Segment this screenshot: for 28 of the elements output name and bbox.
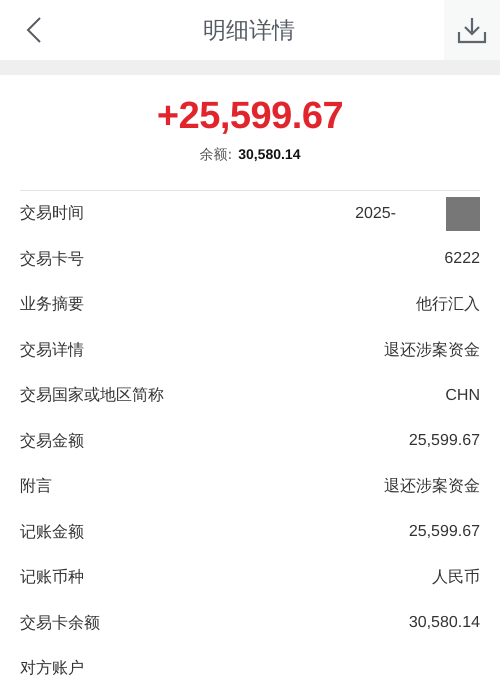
field-label: 附言	[20, 476, 52, 498]
field-value: 25,599.67	[408, 432, 480, 450]
balance-value: 30,580.14	[238, 146, 300, 162]
field-label: 交易详情	[20, 340, 84, 361]
field-label: 对方账户	[20, 658, 84, 680]
field-label: 交易卡号	[20, 248, 84, 270]
download-icon	[457, 16, 487, 44]
field-label: 交易国家或地区简称	[20, 385, 164, 406]
field-value: 退还涉案资金	[384, 340, 480, 361]
field-value: 他行汇入	[416, 294, 480, 316]
field-value: 退还涉案资金	[384, 476, 480, 498]
field-label: 交易金额	[20, 430, 84, 452]
chevron-left-icon	[26, 17, 42, 43]
download-button[interactable]	[444, 0, 500, 60]
field-label: 交易时间	[20, 203, 84, 224]
field-value: 30,580.14	[408, 614, 480, 632]
field-label: 记账币种	[20, 567, 84, 588]
field-value: 25,599.67	[408, 523, 480, 542]
field-label: 交易卡余额	[20, 612, 100, 634]
field-value: 2025-	[355, 204, 396, 223]
field-label: 业务摘要	[20, 294, 84, 316]
transaction-amount: +25,599.67	[156, 95, 344, 138]
field-value: CHN	[445, 386, 480, 405]
page-title: 明细详情	[203, 16, 295, 46]
field-value: 人民币	[432, 568, 480, 588]
field-label: 记账金额	[20, 522, 84, 543]
field-value: 6222	[444, 250, 480, 268]
balance-label: 余额:	[199, 146, 232, 164]
